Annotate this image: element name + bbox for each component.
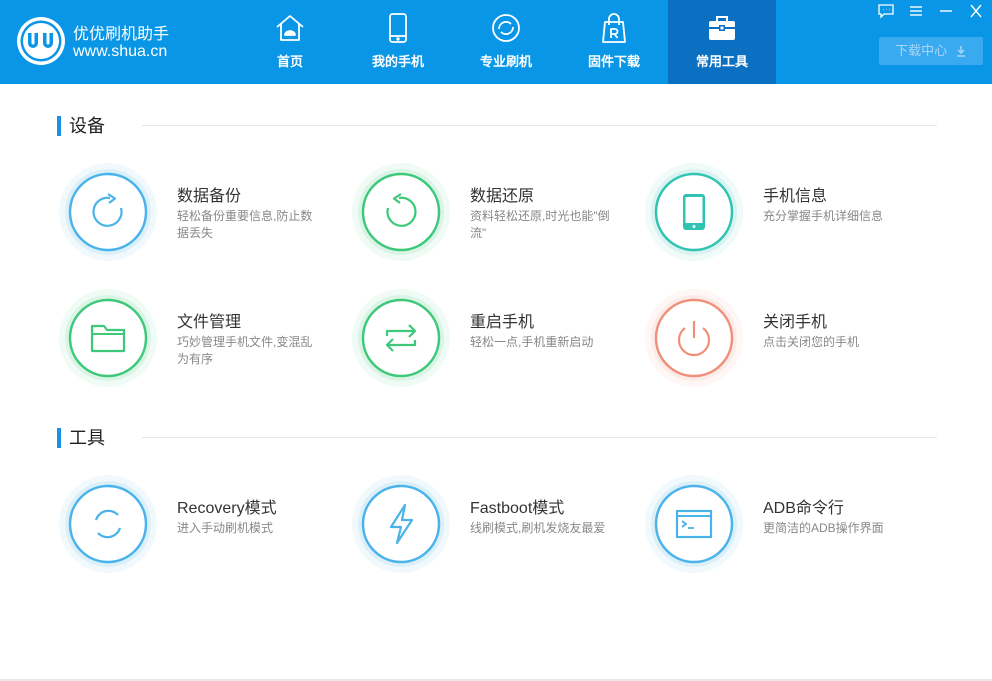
app-url: www.shua.cn [73,43,168,60]
menu-icon[interactable] [906,3,926,19]
tool-description: 线刷模式,刷机发烧友最爱 [470,521,606,535]
tool-name: ADB命令行 [763,500,844,517]
tab-pro-flash[interactable]: 专业刷机 [452,0,560,84]
tab-my-phone-label: 我的手机 [371,54,424,69]
terminal-icon [645,475,743,573]
tool-name: 数据还原 [470,188,535,205]
tool-description: 充分掌握手机详细信息 [763,209,884,223]
home-icon [276,15,304,41]
tool-description: 点击关闭您的手机 [763,335,860,349]
download-center-button[interactable]: 下载中心 [879,37,983,65]
phone-icon [389,13,407,43]
tool-name: 关闭手机 [763,314,828,331]
recovery-icon [59,475,157,573]
feedback-icon[interactable] [876,3,896,19]
minimize-icon[interactable] [936,3,956,19]
tool-description: 巧妙管理手机文件,变混乱为有序 [177,335,313,366]
tab-common-tools-label: 常用工具 [695,54,748,69]
section-title-text: 设备 [69,116,105,136]
tool-reboot-phone[interactable]: 重启手机 轻松一点,手机重新启动 [351,288,631,398]
tool-power-off[interactable]: 关闭手机 点击关闭您的手机 [644,288,924,398]
tool-description: 轻松备份重要信息,防止数据丢失 [177,209,313,240]
tool-data-backup[interactable]: 数据备份 轻松备份重要信息,防止数据丢失 [58,162,338,272]
tool-description: 进入手动刷机模式 [177,521,274,535]
section-marker [57,428,61,448]
tool-name: 手机信息 [763,188,828,205]
power-icon [645,289,743,387]
section-divider [142,437,937,438]
firmware-icon [602,13,626,43]
tool-phone-info[interactable]: 手机信息 充分掌握手机详细信息 [644,162,924,272]
phone-info-icon [645,163,743,261]
tool-data-restore[interactable]: 数据还原 资料轻松还原,时光也能"倒流" [351,162,631,272]
app-logo [17,17,65,65]
toolbox-icon [709,16,735,40]
tool-recovery-mode[interactable]: Recovery模式 进入手动刷机模式 [58,474,338,584]
tool-description: 更简洁的ADB操作界面 [763,521,884,535]
tool-description: 轻松一点,手机重新启动 [470,335,594,349]
tool-fastboot-mode[interactable]: Fastboot模式 线刷模式,刷机发烧友最爱 [351,474,631,584]
section-divider [142,125,937,126]
tab-firmware-label: 固件下载 [587,54,640,69]
folder-icon [59,289,157,387]
tab-firmware[interactable]: 固件下载 [560,0,668,84]
app-name: 优优刷机助手 [73,26,170,43]
lightning-icon [352,475,450,573]
flash-icon [492,14,520,42]
tool-name: 数据备份 [177,188,242,205]
top-header: 优优刷机助手 www.shua.cn 首页 我的手机 专业刷机 固件下载 常用工… [0,0,992,84]
tool-name: Fastboot模式 [470,500,565,517]
tool-file-management[interactable]: 文件管理 巧妙管理手机文件,变混乱为有序 [58,288,338,398]
tool-adb-command-line[interactable]: ADB命令行 更简洁的ADB操作界面 [644,474,924,584]
section-title-text: 工具 [69,428,105,448]
tab-common-tools[interactable]: 常用工具 [668,0,776,84]
tool-name: 文件管理 [177,314,242,331]
reboot-icon [352,289,450,387]
close-icon[interactable] [966,3,986,19]
backup-icon [59,163,157,261]
tab-pro-flash-label: 专业刷机 [479,54,532,69]
tab-my-phone[interactable]: 我的手机 [344,0,452,84]
tab-home-label: 首页 [276,54,303,69]
tool-description: 资料轻松还原,时光也能"倒流" [470,209,610,240]
tool-name: Recovery模式 [177,500,277,517]
restore-icon [352,163,450,261]
tab-home[interactable]: 首页 [236,0,344,84]
section-marker [57,116,61,136]
download-icon [956,46,965,57]
tool-name: 重启手机 [470,314,535,331]
download-center-label: 下载中心 [895,43,948,58]
